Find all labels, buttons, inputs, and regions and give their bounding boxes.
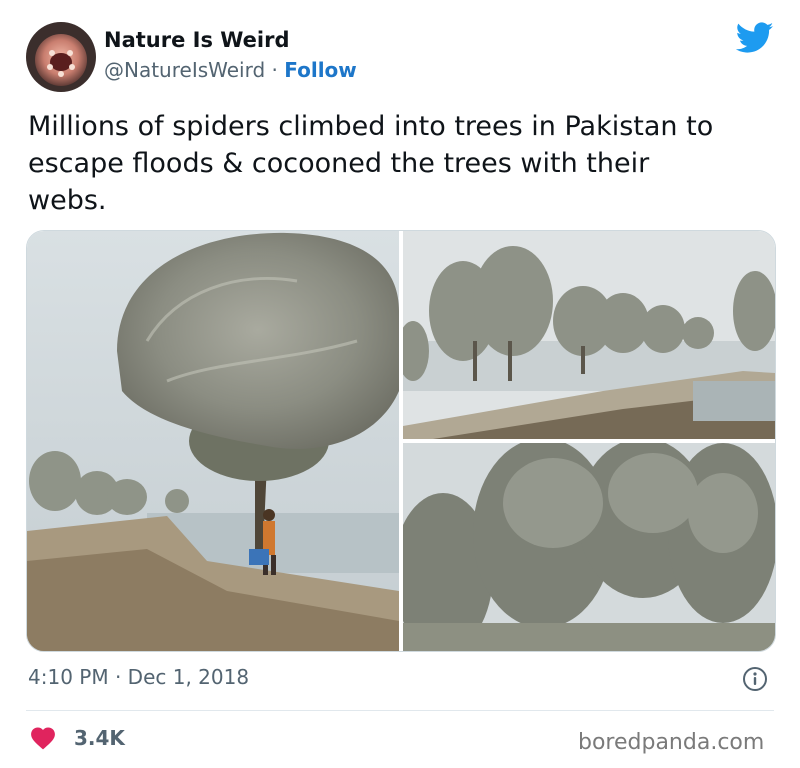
photo-web-covered-tree[interactable] <box>27 231 399 651</box>
heart-icon[interactable] <box>30 726 56 750</box>
divider <box>26 710 774 711</box>
timestamp-separator: · <box>114 665 122 689</box>
watermark: boredpanda.com <box>578 730 765 755</box>
photo-image <box>27 231 399 651</box>
media-grid <box>26 230 776 652</box>
photo-flooded-road-trees[interactable] <box>403 231 775 439</box>
info-icon[interactable] <box>742 666 768 692</box>
author-display-name[interactable]: Nature Is Weird <box>104 28 290 52</box>
photo-image <box>403 231 775 439</box>
twitter-bird-icon[interactable] <box>736 22 774 54</box>
author-handle[interactable]: @NatureIsWeird <box>104 58 265 82</box>
photo-cocooned-trees[interactable] <box>403 443 775 651</box>
author-handle-row: @NatureIsWeird · Follow <box>104 58 357 82</box>
like-count[interactable]: 3.4K <box>74 726 125 750</box>
handle-separator: · <box>271 58 278 82</box>
tweet-text: Millions of spiders climbed into trees i… <box>28 111 714 216</box>
avatar[interactable] <box>26 22 96 92</box>
avatar-icon <box>26 22 96 92</box>
tweet-date: Dec 1, 2018 <box>127 665 250 689</box>
tweet-timestamp[interactable]: 4:10 PM · Dec 1, 2018 <box>28 665 249 689</box>
photo-image <box>403 443 775 651</box>
follow-button[interactable]: Follow <box>284 58 357 82</box>
tweet-time: 4:10 PM <box>28 665 109 689</box>
